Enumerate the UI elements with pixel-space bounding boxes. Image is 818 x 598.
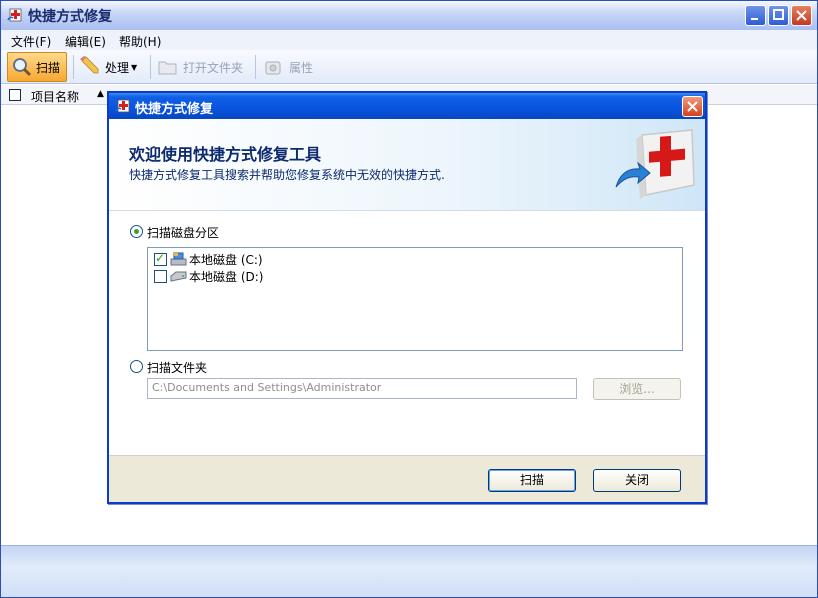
- drive-d-checkbox[interactable]: [154, 269, 167, 283]
- drive-list[interactable]: 本地磁盘 (C:) 本地磁盘 (D:): [147, 247, 683, 351]
- properties-icon: [265, 61, 281, 75]
- folder-icon: [158, 61, 177, 75]
- magnifier-icon: [13, 58, 32, 77]
- dialog-heading: 欢迎使用快捷方式修复工具: [129, 145, 322, 164]
- column-header-name[interactable]: 项目名称: [31, 88, 79, 105]
- system-drive-icon: [170, 252, 187, 266]
- minimize-button[interactable]: [745, 5, 766, 26]
- hard-drive-icon: [170, 271, 187, 282]
- scan-folder-radio[interactable]: [130, 360, 143, 373]
- drive-item-c[interactable]: 本地磁盘 (C:): [154, 251, 263, 267]
- dialog-titlebar[interactable]: 快捷方式修复: [109, 93, 705, 119]
- menu-edit[interactable]: 编辑(E): [65, 33, 106, 50]
- drive-d-label: 本地磁盘 (D:): [189, 269, 264, 284]
- close-dialog-button[interactable]: 关闭: [593, 469, 681, 492]
- menu-help[interactable]: 帮助(H): [119, 33, 161, 50]
- menu-file[interactable]: 文件(F): [11, 33, 51, 50]
- scan-button[interactable]: 扫描: [488, 469, 576, 492]
- drive-c-label: 本地磁盘 (C:): [189, 252, 263, 267]
- maximize-button[interactable]: [768, 5, 789, 26]
- minimize-icon: [751, 18, 758, 20]
- scan-toolbar-button[interactable]: 扫描: [7, 52, 67, 82]
- drive-item-d[interactable]: 本地磁盘 (D:): [154, 268, 263, 284]
- toolbar-separator: [150, 55, 151, 79]
- dialog-title: 快捷方式修复: [135, 102, 214, 117]
- dialog-close-button[interactable]: [682, 96, 703, 117]
- open-folder-toolbar-button[interactable]: 打开文件夹: [157, 52, 249, 82]
- repair-dialog: 快捷方式修复 欢迎使用快捷方式修复工具 快捷方式修复工具搜索并帮助您修复系统中无…: [107, 91, 707, 504]
- maximize-icon: [773, 9, 784, 20]
- close-button[interactable]: [791, 5, 812, 26]
- menubar: 文件(F) 编辑(E) 帮助(H): [1, 30, 817, 50]
- main-titlebar[interactable]: 快捷方式修复: [1, 1, 817, 30]
- status-bar: [1, 545, 817, 597]
- scan-partitions-label[interactable]: 扫描磁盘分区: [147, 224, 219, 241]
- properties-toolbar-button[interactable]: 属性: [263, 52, 323, 82]
- toolbar: 扫描 处理 ▼ 打开文件夹 属性: [1, 50, 817, 84]
- pencil-icon: [80, 56, 99, 74]
- app-icon: [115, 99, 130, 113]
- folder-path-input[interactable]: C:\Documents and Settings\Administrator: [147, 378, 577, 399]
- process-toolbar-label: 处理: [105, 60, 130, 75]
- sort-ascending-icon: ▲: [97, 89, 104, 99]
- dialog-subheading: 快捷方式修复工具搜索并帮助您修复系统中无效的快捷方式.: [129, 168, 445, 182]
- select-all-checkbox[interactable]: [9, 89, 21, 101]
- app-icon: [7, 8, 22, 22]
- browse-button[interactable]: 浏览...: [593, 378, 681, 400]
- dialog-content: 扫描磁盘分区 本地磁盘 (C:) 本地磁盘 (D:): [109, 211, 705, 455]
- repair-logo-icon: [615, 129, 695, 199]
- dialog-banner: 欢迎使用快捷方式修复工具 快捷方式修复工具搜索并帮助您修复系统中无效的快捷方式.: [109, 119, 705, 211]
- open-folder-toolbar-label: 打开文件夹: [183, 60, 244, 75]
- close-icon: [687, 101, 698, 112]
- process-toolbar-button[interactable]: 处理 ▼: [79, 52, 143, 82]
- dialog-footer: 扫描 关闭: [109, 455, 705, 502]
- toolbar-separator: [255, 55, 256, 79]
- dropdown-arrow-icon: ▼: [131, 62, 138, 72]
- window-title: 快捷方式修复: [28, 9, 112, 25]
- close-icon: [796, 10, 807, 21]
- scan-folder-label[interactable]: 扫描文件夹: [147, 359, 207, 376]
- drive-c-checkbox[interactable]: [154, 251, 167, 266]
- scan-partitions-radio[interactable]: [130, 225, 143, 238]
- properties-toolbar-label: 属性: [289, 60, 314, 75]
- toolbar-separator: [73, 55, 74, 79]
- scan-toolbar-label: 扫描: [36, 60, 61, 75]
